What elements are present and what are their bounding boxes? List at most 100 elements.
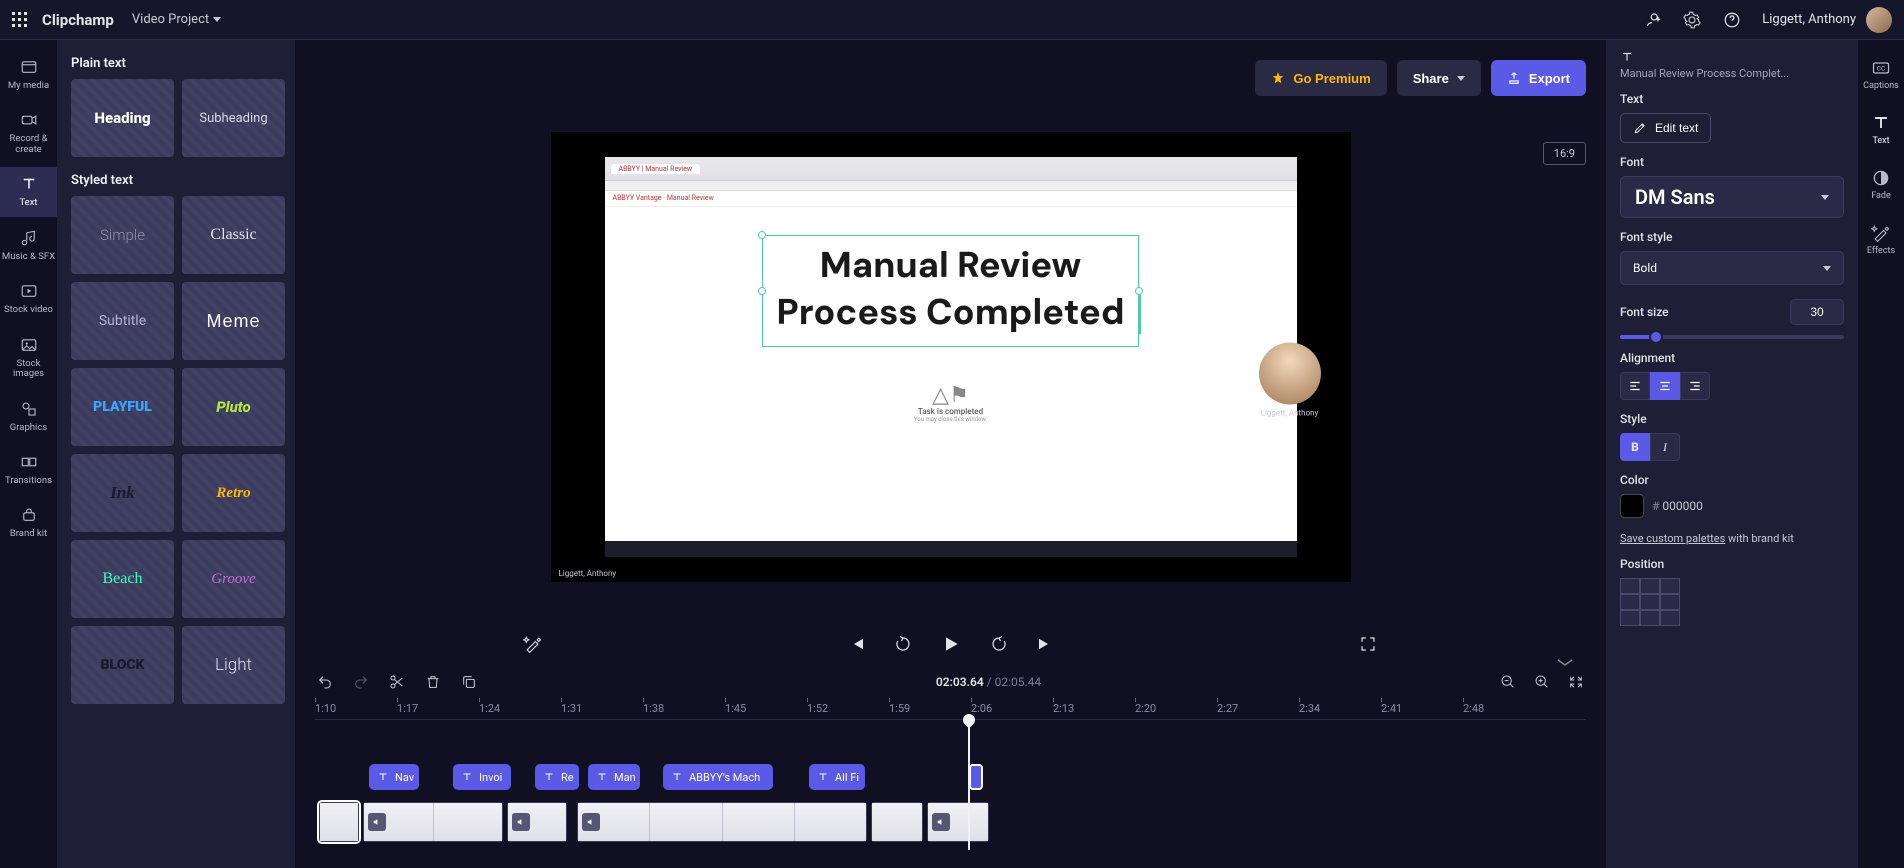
text-clip[interactable]: All Fi: [809, 764, 865, 790]
tpl-meme[interactable]: Meme: [182, 282, 285, 360]
nav-transitions[interactable]: Transitions: [0, 445, 57, 494]
export-button[interactable]: Export: [1491, 60, 1586, 96]
media-clip[interactable]: [871, 802, 923, 842]
color-swatch[interactable]: [1620, 494, 1644, 518]
tpl-retro[interactable]: Retro: [182, 454, 285, 532]
nav-my-media[interactable]: My media: [0, 50, 57, 99]
duplicate-button[interactable]: [459, 672, 479, 692]
text-clip[interactable]: Invoi: [453, 764, 511, 790]
tpl-playful[interactable]: PLAYFUL: [71, 368, 174, 446]
pos-tr[interactable]: [1660, 578, 1680, 594]
text-clip[interactable]: Man: [588, 764, 640, 790]
nav-text[interactable]: Text: [0, 167, 57, 216]
media-clip[interactable]: [507, 802, 567, 842]
media-clip[interactable]: [927, 802, 989, 842]
share-button[interactable]: Share: [1397, 60, 1481, 96]
pos-mc[interactable]: [1640, 594, 1660, 610]
ai-magic-button[interactable]: [521, 632, 545, 656]
go-premium-button[interactable]: Go Premium: [1255, 60, 1386, 96]
split-button[interactable]: [387, 672, 407, 692]
skip-end-button[interactable]: [1033, 632, 1057, 656]
timeline[interactable]: 1:101:171:241:311:381:451:521:592:062:13…: [295, 698, 1606, 868]
skip-start-button[interactable]: [845, 632, 869, 656]
media-track[interactable]: [315, 802, 1586, 842]
settings-icon[interactable]: [1682, 10, 1702, 30]
text-clip[interactable]: Nav: [369, 764, 419, 790]
position-grid[interactable]: [1620, 578, 1844, 626]
slider-thumb[interactable]: [1649, 330, 1663, 344]
tpl-subtitle[interactable]: Subtitle: [71, 282, 174, 360]
nav-record-create[interactable]: Record & create: [0, 103, 57, 163]
align-left-button[interactable]: [1620, 372, 1650, 400]
tpl-beach[interactable]: Beach: [71, 540, 174, 618]
tpl-heading[interactable]: Heading: [71, 79, 174, 157]
aspect-ratio-badge[interactable]: 16:9: [1543, 142, 1586, 165]
pos-mr[interactable]: [1660, 594, 1680, 610]
font-size-input[interactable]: [1790, 299, 1844, 325]
tpl-classic[interactable]: Classic: [182, 196, 285, 274]
webcam-overlay[interactable]: Liggett, Anthony: [1259, 342, 1321, 417]
bold-button[interactable]: B: [1620, 433, 1650, 461]
pos-tc[interactable]: [1640, 578, 1660, 594]
resize-handle[interactable]: [758, 287, 766, 295]
zoom-in-button[interactable]: [1532, 672, 1552, 692]
rr-effects[interactable]: Effects: [1858, 217, 1904, 262]
pos-bl[interactable]: [1620, 610, 1640, 626]
timeline-ruler[interactable]: 1:101:171:241:311:381:451:521:592:062:13…: [315, 698, 1586, 720]
nav-stock-video[interactable]: Stock video: [0, 274, 57, 323]
tpl-groove[interactable]: Groove: [182, 540, 285, 618]
rr-text[interactable]: Text: [1858, 107, 1904, 152]
header-user-name[interactable]: Liggett, Anthony: [1762, 12, 1856, 27]
tpl-block[interactable]: BLOCK: [71, 626, 174, 704]
tpl-light[interactable]: Light: [182, 626, 285, 704]
rr-captions[interactable]: CCCaptions: [1858, 52, 1904, 97]
project-name-dropdown[interactable]: Video Project: [132, 12, 221, 27]
align-right-button[interactable]: [1680, 372, 1710, 400]
rr-fade[interactable]: Fade: [1858, 162, 1904, 207]
zoom-fit-button[interactable]: [1566, 672, 1586, 692]
step-forward-button[interactable]: [987, 632, 1011, 656]
media-clip[interactable]: [363, 802, 503, 842]
pos-br[interactable]: [1660, 610, 1680, 626]
zoom-out-button[interactable]: [1498, 672, 1518, 692]
pos-ml[interactable]: [1620, 594, 1640, 610]
delete-button[interactable]: [423, 672, 443, 692]
nav-brand-kit[interactable]: Brand kit: [0, 498, 57, 547]
nav-music[interactable]: Music & SFX: [0, 221, 57, 270]
align-center-button[interactable]: [1650, 372, 1680, 400]
avatar[interactable]: [1866, 7, 1892, 33]
resize-handle[interactable]: [758, 231, 766, 239]
invite-icon[interactable]: [1642, 10, 1662, 30]
undo-button[interactable]: [315, 672, 335, 692]
redo-button[interactable]: [351, 672, 371, 692]
tpl-ink[interactable]: Ink: [71, 454, 174, 532]
media-clip[interactable]: [319, 802, 359, 842]
text-clip[interactable]: ABBYY's Mach: [663, 764, 773, 790]
tpl-subheading[interactable]: Subheading: [182, 79, 285, 157]
pos-bc[interactable]: [1640, 610, 1660, 626]
text-track[interactable]: Nav Invoi Re Man ABBYY's Mach All Fi: [315, 764, 1586, 790]
nav-graphics[interactable]: Graphics: [0, 392, 57, 441]
font-size-slider[interactable]: [1620, 335, 1844, 339]
text-overlay-selected[interactable]: Manual Review Process Completed: [762, 235, 1140, 347]
help-icon[interactable]: [1722, 10, 1742, 30]
play-button[interactable]: [937, 630, 965, 658]
nav-stock-images[interactable]: Stock images: [0, 328, 57, 388]
font-style-select[interactable]: Bold: [1620, 251, 1844, 285]
media-clip[interactable]: [577, 802, 867, 842]
text-cursor: [1139, 294, 1141, 334]
playhead[interactable]: [968, 720, 970, 850]
step-back-button[interactable]: [891, 632, 915, 656]
tpl-simple[interactable]: Simple: [71, 196, 174, 274]
expand-chevron-icon[interactable]: [1556, 657, 1574, 672]
save-palettes-link[interactable]: Save custom palettes: [1620, 532, 1725, 545]
app-grid-icon[interactable]: [12, 12, 28, 28]
edit-text-button[interactable]: Edit text: [1620, 113, 1711, 143]
fullscreen-button[interactable]: [1356, 632, 1380, 656]
pos-tl[interactable]: [1620, 578, 1640, 594]
tpl-pluto[interactable]: Pluto: [182, 368, 285, 446]
font-select[interactable]: DM Sans: [1620, 176, 1844, 218]
text-clip[interactable]: Re: [535, 764, 579, 790]
preview-stage[interactable]: ABBYY | Manual Review ABBYY Vantage · Ma…: [551, 132, 1351, 582]
italic-button[interactable]: I: [1650, 433, 1680, 461]
